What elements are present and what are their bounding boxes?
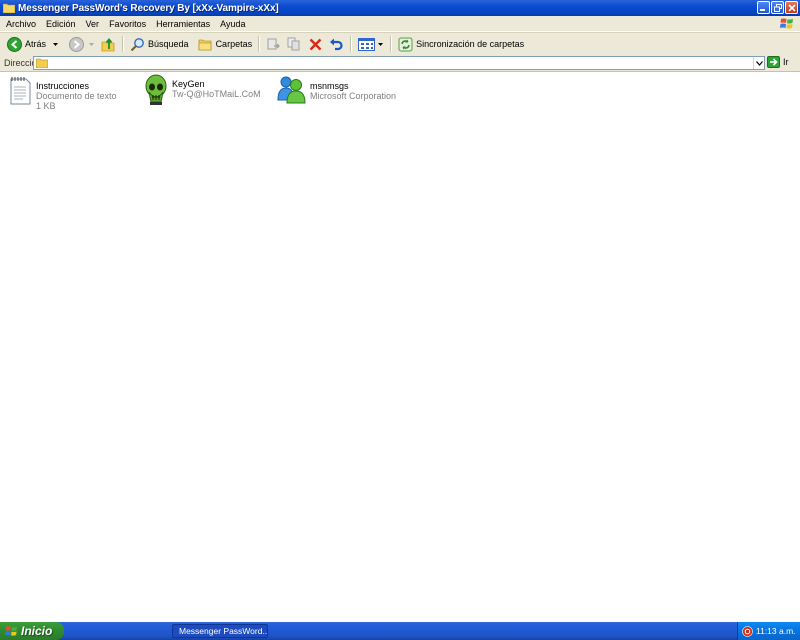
move-to-icon: [267, 38, 281, 49]
file-name: msnmsgs: [310, 81, 349, 91]
toolbar-separator: [390, 36, 393, 52]
file-item-instrucciones[interactable]: Instrucciones Documento de texto 1 KB: [8, 76, 117, 111]
windows-logo-icon: [780, 17, 794, 30]
window-title: Messenger PassWord's Recovery By [xXx-Va…: [18, 2, 279, 14]
file-company: Microsoft Corporation: [310, 91, 397, 101]
close-button[interactable]: [785, 1, 798, 14]
up-folder-button[interactable]: [98, 34, 119, 54]
chevron-down-icon: [755, 60, 763, 66]
sync-icon: [398, 37, 413, 51]
chevron-down-icon[interactable]: [377, 42, 384, 47]
back-arrow-icon: [7, 36, 22, 52]
go-button[interactable]: Ir: [767, 56, 789, 68]
start-button[interactable]: Inicio: [0, 622, 64, 640]
sync-label: Sincronización de carpetas: [416, 39, 525, 49]
go-arrow-icon: [767, 56, 780, 68]
forward-button[interactable]: [66, 34, 98, 54]
file-item-keygen[interactable]: KeyGen Tw-Q@HoTMaiL.CoM: [144, 74, 261, 106]
go-label: Ir: [783, 57, 789, 67]
undo-icon: [330, 38, 343, 50]
menu-edicion[interactable]: Edición: [41, 19, 81, 29]
text-document-icon: [10, 77, 31, 105]
delete-x-icon: [309, 38, 322, 50]
search-icon: [130, 37, 144, 51]
menu-archivo[interactable]: Archivo: [0, 19, 41, 29]
address-input[interactable]: [33, 56, 765, 70]
windows-logo-icon: [5, 626, 18, 636]
address-bar: Dirección Ir: [0, 55, 800, 72]
search-label: Búsqueda: [148, 39, 189, 49]
menu-bar: Archivo Edición Ver Favoritos Herramient…: [0, 16, 800, 32]
back-button[interactable]: Atrás: [4, 34, 62, 54]
close-icon: [787, 3, 796, 12]
clock[interactable]: 11:13 a.m.: [756, 626, 796, 636]
search-button[interactable]: Búsqueda: [127, 34, 192, 54]
title-bar[interactable]: Messenger PassWord's Recovery By [xXx-Va…: [0, 0, 800, 16]
chevron-down-icon[interactable]: [52, 42, 59, 47]
file-size: 1 KB: [36, 101, 56, 111]
menu-ver[interactable]: Ver: [81, 19, 105, 29]
file-description: Tw-Q@HoTMaiL.CoM: [172, 89, 261, 99]
minimize-icon: [760, 9, 765, 11]
system-tray: 11:13 a.m.: [737, 622, 800, 640]
file-type: Documento de texto: [36, 91, 117, 101]
views-grid-icon: [358, 37, 376, 51]
toolbar-separator: [258, 36, 261, 52]
delete-button[interactable]: [305, 34, 326, 54]
up-folder-icon: [101, 37, 115, 51]
skull-icon: [145, 74, 167, 105]
toolbar-separator: [122, 36, 125, 52]
file-item-msnmsgs[interactable]: msnmsgs Microsoft Corporation: [276, 76, 396, 104]
file-name: KeyGen: [172, 79, 205, 89]
folders-button[interactable]: Carpetas: [195, 34, 256, 54]
folders-icon: [198, 39, 211, 50]
forward-arrow-icon: [69, 36, 85, 52]
msn-messenger-icon: [277, 76, 306, 104]
copy-to-button[interactable]: [284, 34, 305, 54]
restore-button[interactable]: [771, 1, 784, 14]
standard-toolbar: Atrás Búsqueda Carpetas Sincronización d…: [0, 32, 800, 56]
address-label: Dirección: [4, 58, 42, 68]
toolbar-separator: [350, 36, 353, 52]
file-name: Instrucciones: [36, 81, 90, 91]
taskbar: Inicio Messenger PassWord... 11:13 a.m.: [0, 622, 800, 640]
chevron-down-icon[interactable]: [88, 42, 95, 47]
copy-to-icon: [287, 37, 300, 50]
folder-icon: [36, 58, 48, 68]
menu-ayuda[interactable]: Ayuda: [215, 19, 250, 29]
restore-icon: [773, 3, 782, 12]
tray-app-icon[interactable]: [742, 625, 753, 637]
menu-herramientas[interactable]: Herramientas: [151, 19, 215, 29]
taskbar-window-button[interactable]: Messenger PassWord...: [172, 624, 268, 638]
move-to-button[interactable]: [263, 34, 284, 54]
folders-label: Carpetas: [215, 39, 253, 49]
address-dropdown-button[interactable]: [753, 57, 764, 69]
folder-icon: [2, 3, 16, 14]
views-button[interactable]: [355, 34, 387, 54]
start-label: Inicio: [21, 624, 53, 638]
back-label: Atrás: [25, 39, 47, 49]
file-list-view[interactable]: Instrucciones Documento de texto 1 KB Ke…: [0, 72, 800, 622]
minimize-button[interactable]: [757, 1, 770, 14]
sync-folders-button[interactable]: Sincronización de carpetas: [395, 34, 527, 54]
undo-button[interactable]: [326, 34, 347, 54]
taskbar-window-label: Messenger PassWord...: [179, 626, 268, 636]
menu-favoritos[interactable]: Favoritos: [104, 19, 151, 29]
